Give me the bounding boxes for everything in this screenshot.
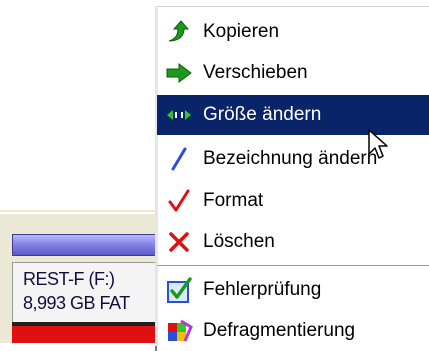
pen-icon xyxy=(164,144,194,174)
checkmark-icon xyxy=(164,186,194,216)
menu-item-defrag[interactable]: Defragmentierung xyxy=(157,311,429,351)
menu-item-label: Bezeichnung ändern xyxy=(203,148,378,169)
menu-item-label: Verschieben xyxy=(203,62,308,83)
menu-item-move[interactable]: Verschieben xyxy=(157,53,429,93)
check-box-icon xyxy=(164,275,194,305)
menu-item-label: Kopieren xyxy=(203,21,280,42)
menu-item-label: Defragmentierung xyxy=(203,320,356,341)
menu-item-label: Fehlerprüfung xyxy=(203,279,322,300)
delete-x-icon xyxy=(164,227,194,257)
partition-name: REST-F (F:) xyxy=(23,269,115,289)
move-arrow-icon xyxy=(164,58,194,88)
menu-separator xyxy=(157,265,429,267)
defrag-icon xyxy=(164,316,194,346)
menu-item-label: Löschen xyxy=(203,231,275,252)
copy-arrow-icon xyxy=(164,17,194,47)
partition-size: 8,993 GB FAT xyxy=(23,293,130,313)
menu-item-label: Größe ändern xyxy=(203,104,322,125)
menu-item-label: Format xyxy=(203,190,264,211)
resize-arrows-icon xyxy=(164,100,194,130)
menu-item-error-check[interactable]: Fehlerprüfung xyxy=(157,270,429,310)
menu-item-delete[interactable]: Löschen xyxy=(157,222,429,262)
menu-item-copy[interactable]: Kopieren xyxy=(157,12,429,52)
divider xyxy=(0,212,180,214)
menu-item-format[interactable]: Format xyxy=(157,181,429,221)
mouse-cursor-icon xyxy=(368,129,388,159)
